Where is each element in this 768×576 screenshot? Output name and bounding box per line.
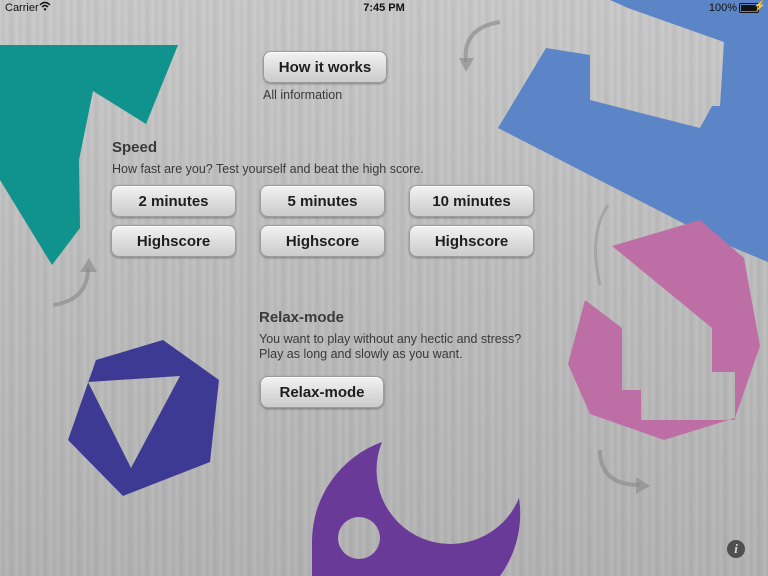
how-it-works-button[interactable]: How it works	[263, 51, 387, 83]
status-bar: Carrier 7:45 PM 100% ⚡	[0, 0, 768, 16]
relax-description-line2: Play as long and slowly as you want.	[259, 347, 463, 361]
mode-2-minutes-button[interactable]: 2 minutes	[111, 185, 236, 217]
curved-arrow-icon	[594, 204, 610, 286]
speed-description: How fast are you? Test yourself and beat…	[112, 162, 424, 176]
how-it-works-caption: All information	[263, 88, 343, 102]
blue-puzzle-piece[interactable]	[498, 0, 768, 262]
curved-arrow-icon	[598, 449, 641, 487]
highscore-5-minutes-button[interactable]: Highscore	[260, 225, 385, 257]
app-screen: Carrier 7:45 PM 100% ⚡ How it works All …	[0, 0, 768, 576]
curved-arrow-icon	[636, 477, 650, 494]
status-time: 7:45 PM	[363, 2, 405, 14]
curved-arrow-icon	[80, 258, 97, 272]
decorative-puzzle-shapes	[0, 0, 768, 576]
curved-arrow-icon	[463, 20, 501, 63]
highscore-10-minutes-button[interactable]: Highscore	[409, 225, 534, 257]
speed-heading: Speed	[112, 139, 158, 156]
curved-arrow-icon	[52, 267, 90, 307]
relax-description-line1: You want to play without any hectic and …	[259, 332, 522, 346]
relax-heading: Relax-mode	[259, 309, 345, 326]
indigo-puzzle-piece[interactable]	[68, 340, 219, 496]
highscore-2-minutes-button[interactable]: Highscore	[111, 225, 236, 257]
relax-mode-button[interactable]: Relax-mode	[260, 376, 384, 408]
purple-puzzle-piece[interactable]	[312, 442, 521, 576]
info-icon[interactable]: i	[727, 540, 745, 558]
charging-bolt-icon: ⚡	[753, 1, 766, 12]
mode-10-minutes-button[interactable]: 10 minutes	[409, 185, 534, 217]
mode-5-minutes-button[interactable]: 5 minutes	[260, 185, 385, 217]
curved-arrow-icon	[459, 58, 474, 72]
battery-percent: 100%	[708, 2, 737, 14]
